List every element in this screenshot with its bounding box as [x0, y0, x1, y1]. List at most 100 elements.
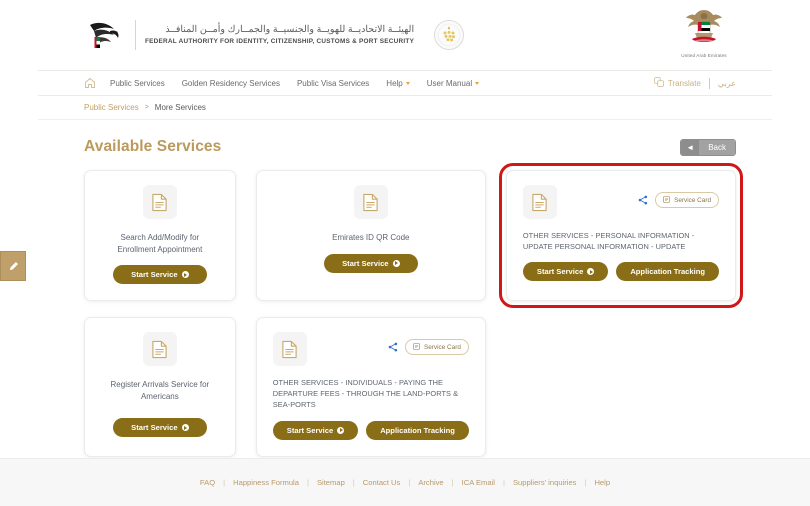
footer-link-faq[interactable]: FAQ	[200, 478, 215, 487]
arabic-language-link[interactable]: عربي	[718, 79, 736, 88]
application-tracking-label: Application Tracking	[380, 425, 455, 435]
footer-separator: |	[352, 478, 355, 487]
start-service-button[interactable]: Start Service	[113, 265, 207, 285]
chevron-down-icon	[405, 81, 410, 85]
start-service-label: Start Service	[536, 267, 584, 277]
play-circle-icon	[337, 426, 345, 434]
start-service-label: Start Service	[131, 270, 178, 280]
service-description: Search Add/Modify for Enrollment Appoint…	[117, 233, 203, 254]
nav-item-help[interactable]: Help	[386, 79, 410, 88]
footer-link-sitemap[interactable]: Sitemap	[317, 478, 345, 487]
falcon-logo-icon	[84, 15, 126, 55]
nav-item-public-visa-services[interactable]: Public Visa Services	[297, 79, 369, 88]
start-service-label: Start Service	[286, 425, 334, 435]
service-card-search-add-modify-enrollment-appointment[interactable]: Search Add/Modify for Enrollment Appoint…	[84, 170, 236, 302]
document-icon	[142, 332, 177, 367]
card-button-row: Start Service Application Tracking	[522, 262, 719, 282]
emblem-caption: United Arab Emirates	[681, 53, 727, 58]
service-card-label: Service Card	[423, 343, 461, 351]
card-button-row: Start Service	[324, 253, 418, 273]
play-circle-icon	[181, 271, 189, 279]
footer-separator: |	[584, 478, 587, 487]
nav-label: Golden Residency Services	[181, 78, 280, 88]
start-service-label: Start Service	[131, 423, 178, 433]
document-icon	[353, 185, 388, 219]
service-card-button[interactable]: Service Card	[655, 192, 719, 208]
logo-arabic-title: الهيئــة الاتحاديــة للهويــة والجنسيــة…	[165, 24, 415, 36]
back-button[interactable]: ◄ Back	[680, 138, 736, 156]
document-icon	[142, 185, 177, 219]
service-card-other-services-personal-information-update[interactable]: Service Card OTHER SERVICES - PERSONAL I…	[498, 162, 744, 309]
logo-english-title: FEDERAL AUTHORITY FOR IDENTITY, CITIZENS…	[145, 37, 415, 45]
play-circle-icon	[181, 424, 189, 432]
card-top-row: Service Card	[272, 332, 469, 367]
edge-toolbar-tab[interactable]	[0, 251, 26, 281]
translate-button[interactable]: Translate	[654, 77, 701, 89]
breadcrumb-public-services[interactable]: Public Services	[84, 103, 139, 112]
uae-emblem: United Arab Emirates	[672, 7, 736, 58]
service-card-other-services-individuals-paying-departure-fees[interactable]: Service Card OTHER SERVICES - INDIVIDUAL…	[255, 317, 486, 457]
share-icon[interactable]	[388, 342, 398, 352]
department-seal-icon	[433, 19, 465, 51]
play-circle-icon	[587, 268, 595, 276]
start-service-button[interactable]: Start Service	[113, 418, 207, 438]
share-icon[interactable]	[638, 195, 648, 205]
footer-link-happiness-formula[interactable]: Happiness Formula	[233, 478, 299, 487]
start-service-label: Start Service	[342, 258, 389, 268]
page-title: Available Services	[84, 138, 222, 155]
document-icon	[272, 332, 307, 367]
home-icon[interactable]	[84, 77, 96, 89]
breadcrumb-separator: >	[144, 104, 149, 111]
card-actions: Service Card	[638, 192, 719, 208]
services-grid: Search Add/Modify for Enrollment Appoint…	[38, 156, 772, 457]
service-description: Emirates ID QR Code	[332, 233, 410, 242]
translate-icon	[654, 77, 664, 89]
site-logo[interactable]: الهيئــة الاتحاديــة للهويــة والجنسيــة…	[84, 15, 465, 55]
nav-label: Public Services	[110, 78, 165, 88]
nav-item-public-services[interactable]: Public Services	[110, 79, 165, 88]
page-frame: الهيئــة الاتحاديــة للهويــة والجنسيــة…	[38, 0, 772, 506]
application-tracking-button[interactable]: Application Tracking	[366, 420, 469, 440]
card-top-row: Service Card	[522, 185, 719, 219]
start-service-button[interactable]: Start Service	[522, 262, 609, 282]
start-service-button[interactable]: Start Service	[324, 253, 418, 273]
nav-label: Public Visa Services	[296, 78, 370, 88]
service-description: OTHER SERVICES - INDIVIDUALS - PAYING TH…	[272, 378, 459, 410]
logo-divider	[135, 20, 136, 50]
service-card-button[interactable]: Service Card	[404, 339, 469, 356]
application-tracking-label: Application Tracking	[630, 267, 705, 277]
nav-item-golden-residency-services[interactable]: Golden Residency Services	[182, 79, 280, 88]
footer-separator: |	[408, 478, 411, 487]
footer-separator: |	[502, 478, 505, 487]
main-navbar: Public Services Golden Residency Service…	[38, 70, 772, 96]
service-card-label: Service Card	[674, 196, 711, 204]
breadcrumb: Public Services > More Services	[38, 96, 772, 120]
footer-link-ica-email[interactable]: ICA Email	[462, 478, 495, 487]
site-header: الهيئــة الاتحاديــة للهويــة والجنسيــة…	[38, 0, 772, 70]
card-actions: Service Card	[388, 339, 469, 356]
title-row: Available Services ◄ Back	[38, 120, 772, 156]
footer-link-suppliers-inquiries[interactable]: Suppliers' inquiries	[513, 478, 577, 487]
page-root: الهيئــة الاتحاديــة للهويــة والجنسيــة…	[0, 0, 810, 506]
service-card-emirates-id-qr-code[interactable]: Emirates ID QR Code Start Service	[255, 170, 486, 302]
card-doc-icon	[413, 342, 420, 352]
start-service-button[interactable]: Start Service	[272, 420, 359, 440]
logo-text-block: الهيئــة الاتحاديــة للهويــة والجنسيــة…	[145, 24, 414, 46]
breadcrumb-more-services: More Services	[154, 103, 206, 112]
service-card-register-arrivals-service-for-americans[interactable]: Register Arrivals Service for Americans …	[84, 317, 236, 457]
uae-emblem-icon	[672, 7, 736, 51]
footer-link-archive[interactable]: Archive	[418, 478, 443, 487]
document-icon	[522, 185, 557, 219]
nav-item-user-manual[interactable]: User Manual	[427, 79, 480, 88]
chevron-down-icon	[475, 81, 480, 85]
back-button-label: Back	[699, 139, 735, 155]
card-button-row: Start Service	[113, 265, 207, 285]
nav-right-group: Translate عربي	[654, 77, 736, 89]
footer-link-help[interactable]: Help	[594, 478, 610, 487]
card-doc-icon	[663, 195, 670, 205]
footer-link-contact-us[interactable]: Contact Us	[363, 478, 401, 487]
site-footer: FAQ | Happiness Formula | Sitemap | Cont…	[0, 458, 810, 506]
application-tracking-button[interactable]: Application Tracking	[616, 262, 719, 282]
footer-separator: |	[223, 478, 226, 487]
footer-separator: |	[451, 478, 454, 487]
